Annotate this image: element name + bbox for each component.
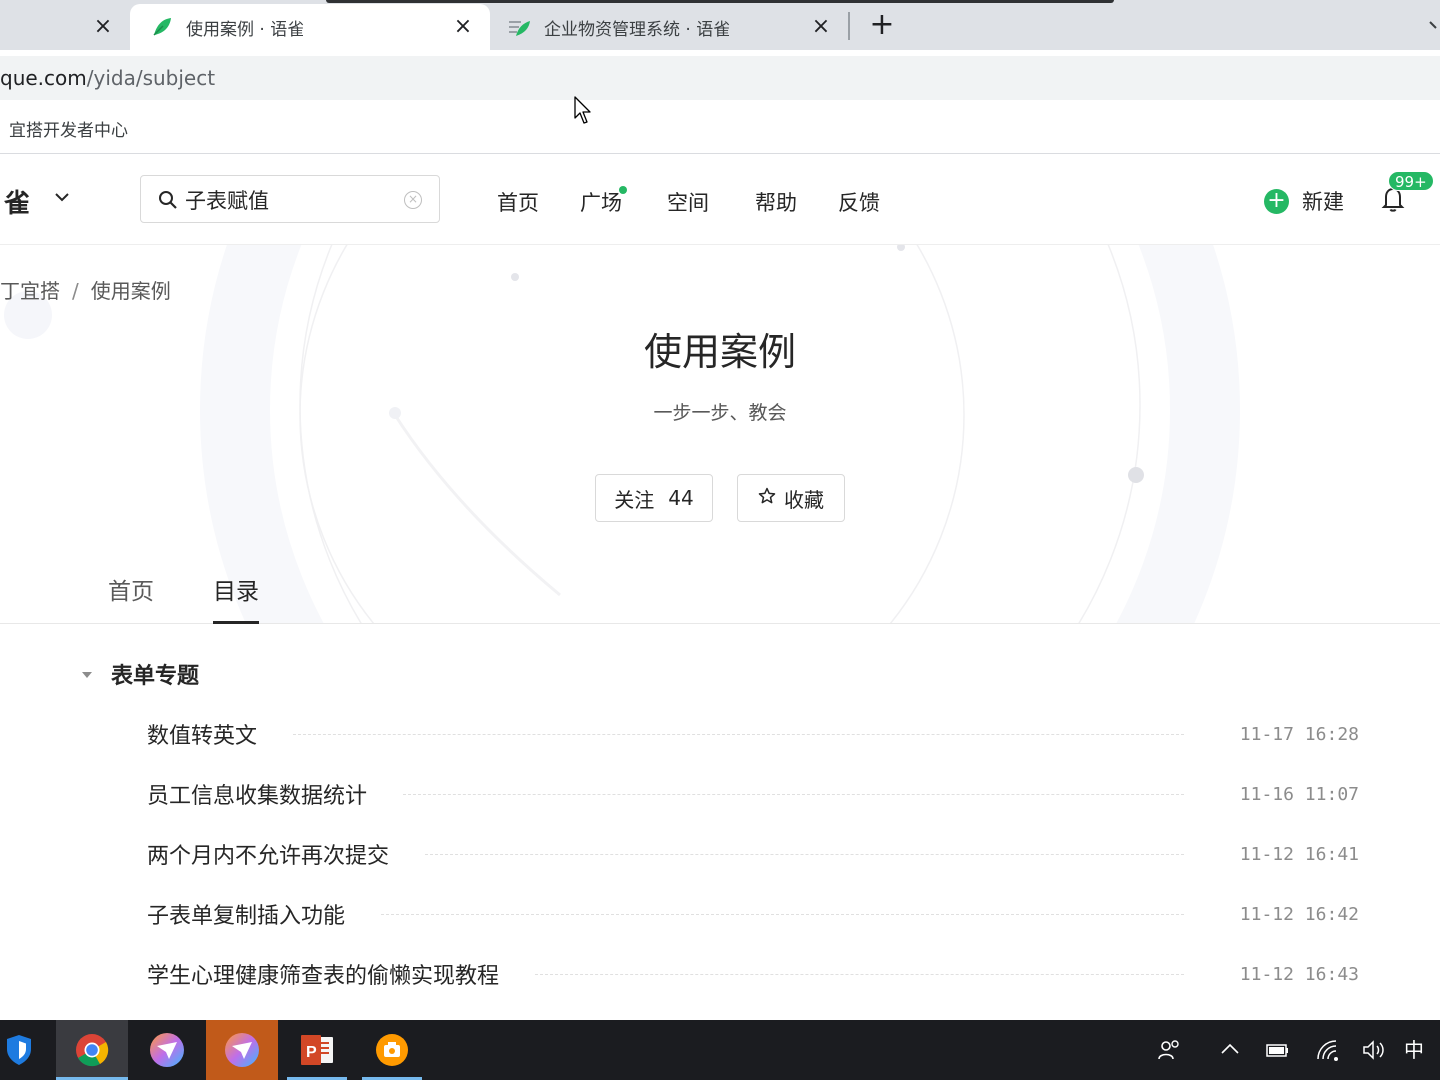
nav-home[interactable]: 首页 xyxy=(497,187,539,217)
caret-down-icon[interactable] xyxy=(80,667,94,681)
new-button-label: 新建 xyxy=(1302,190,1344,214)
site-logo[interactable]: 雀 xyxy=(4,183,30,220)
recorder-taskbar-button[interactable] xyxy=(362,1020,422,1080)
favorite-button[interactable]: 收藏 xyxy=(737,474,845,522)
search-input[interactable] xyxy=(185,184,395,216)
dotted-leader xyxy=(381,913,1184,915)
doc-title[interactable]: 员工信息收集数据统计 xyxy=(147,778,403,810)
breadcrumb-item-group[interactable]: 丁宜搭 xyxy=(0,279,60,303)
close-tab-icon[interactable]: × xyxy=(452,16,474,38)
tab-search-chevron-icon[interactable] xyxy=(1428,14,1440,34)
wifi-icon[interactable] xyxy=(1315,1038,1341,1062)
doc-time: 11-12 16:42 xyxy=(1239,903,1359,925)
search-icon xyxy=(158,190,178,210)
powerpoint-icon: P xyxy=(301,1035,333,1065)
browser-tab-strip: × 使用案例 · 语雀 × 企业物资管理系统 · 语雀 × + xyxy=(0,0,1440,50)
book-description: 一步一步、教会 xyxy=(653,402,787,424)
doc-title[interactable]: 子表单复制插入功能 xyxy=(147,898,381,930)
search-box[interactable]: × xyxy=(140,175,440,223)
recorder-icon xyxy=(376,1034,408,1066)
yuque-doc-icon xyxy=(508,15,532,39)
nav-new-dot xyxy=(619,186,627,194)
yuque-leaf-icon xyxy=(150,15,174,39)
catalog-doc-row[interactable]: 两个月内不允许再次提交 11-12 16:41 xyxy=(147,834,1359,874)
doc-title[interactable]: 两个月内不允许再次提交 xyxy=(147,838,425,870)
powerpoint-taskbar-button[interactable]: P xyxy=(287,1020,347,1080)
catalog-doc-row[interactable]: 学生心理健康筛查表的偷懒实现教程 11-12 16:43 xyxy=(147,954,1359,994)
bookmark-yida-dev-center[interactable]: 宜搭开发者中心 xyxy=(9,116,128,141)
dotted-leader xyxy=(403,793,1184,795)
svg-text:P: P xyxy=(306,1044,317,1061)
close-tab-icon[interactable]: × xyxy=(92,16,114,38)
mouse-cursor-icon xyxy=(574,96,591,124)
tab-catalog[interactable]: 目录 xyxy=(213,572,259,624)
security-shield-icon[interactable] xyxy=(0,1020,38,1080)
chevron-up-icon[interactable] xyxy=(1217,1038,1243,1062)
volume-icon[interactable] xyxy=(1361,1038,1387,1062)
browser-tab-active[interactable]: 使用案例 · 语雀 × xyxy=(130,4,490,50)
address-bar[interactable]: que.com/yida/subject xyxy=(0,56,1440,100)
site-header: 雀 × 首页 广场 空间 帮助 反馈 + 新建 99+ xyxy=(0,155,1440,245)
doc-time: 11-17 16:28 xyxy=(1239,723,1359,745)
tab-separator xyxy=(848,12,850,40)
url-path: /yida/subject xyxy=(86,66,216,90)
star-icon xyxy=(758,487,776,510)
doc-title[interactable]: 数值转英文 xyxy=(147,718,293,750)
breadcrumb: 丁宜搭 / 使用案例 xyxy=(0,275,171,304)
url-host: que.com xyxy=(0,66,87,90)
close-tab-icon[interactable]: × xyxy=(810,16,832,38)
tab-title: 企业物资管理系统 · 语雀 xyxy=(544,19,731,40)
dotted-leader xyxy=(535,973,1184,975)
catalog-group-title: 表单专题 xyxy=(111,664,200,689)
app-bird-icon xyxy=(150,1033,184,1067)
favorite-label: 收藏 xyxy=(784,487,824,512)
follow-count: 44 xyxy=(668,486,694,510)
follow-label: 关注 xyxy=(614,487,655,512)
doc-time: 11-12 16:43 xyxy=(1239,963,1359,985)
clear-search-icon[interactable]: × xyxy=(404,191,422,209)
nav-spaces[interactable]: 空间 xyxy=(667,187,709,217)
dotted-leader xyxy=(425,853,1184,855)
browser-toolbar: que.com/yida/subject xyxy=(0,50,1440,102)
new-button[interactable]: + 新建 xyxy=(1264,187,1344,215)
book-tabs: 首页 目录 xyxy=(0,560,1440,624)
notification-badge: 99+ xyxy=(1388,171,1434,191)
catalog-doc-row[interactable]: 员工信息收集数据统计 11-16 11:07 xyxy=(147,774,1359,814)
catalog-doc-row[interactable]: 数值转英文 11-17 16:28 xyxy=(147,714,1359,754)
tab-home[interactable]: 首页 xyxy=(108,572,154,624)
chrome-taskbar-button[interactable] xyxy=(56,1020,128,1080)
browser-tab-0[interactable]: × xyxy=(0,4,130,50)
catalog-group[interactable]: 表单专题 xyxy=(80,658,199,690)
chrome-icon xyxy=(76,1034,109,1067)
dingtalk-taskbar-button-2[interactable] xyxy=(206,1020,278,1080)
dotted-leader xyxy=(293,733,1184,735)
catalog-doc-row[interactable]: 子表单复制插入功能 11-12 16:42 xyxy=(147,894,1359,934)
doc-time: 11-12 16:41 xyxy=(1239,843,1359,865)
nav-feedback[interactable]: 反馈 xyxy=(838,187,880,217)
book-title: 使用案例 xyxy=(643,330,796,374)
follow-button[interactable]: 关注 44 xyxy=(595,474,713,522)
plus-circle-icon: + xyxy=(1264,188,1289,214)
loading-indicator xyxy=(326,0,1114,3)
breadcrumb-item-book[interactable]: 使用案例 xyxy=(91,279,171,303)
breadcrumb-separator: / xyxy=(72,279,79,303)
new-tab-button[interactable]: + xyxy=(868,10,896,40)
windows-taskbar: P 中 xyxy=(0,1020,1440,1080)
chevron-down-icon[interactable] xyxy=(52,187,72,207)
dingtalk-taskbar-button[interactable] xyxy=(137,1020,197,1080)
input-method-indicator[interactable]: 中 xyxy=(1401,1038,1427,1062)
doc-title[interactable]: 学生心理健康筛查表的偷懒实现教程 xyxy=(147,958,535,990)
app-bird-icon xyxy=(225,1033,259,1067)
nav-explore[interactable]: 广场 xyxy=(580,187,622,217)
nav-help[interactable]: 帮助 xyxy=(755,187,797,217)
doc-time: 11-16 11:07 xyxy=(1239,783,1359,805)
tab-title: 使用案例 · 语雀 xyxy=(186,19,305,40)
battery-icon[interactable] xyxy=(1265,1038,1291,1062)
bookmarks-bar: 宜搭开发者中心 xyxy=(0,102,1440,154)
browser-tab-2[interactable]: 企业物资管理系统 · 语雀 × xyxy=(490,4,848,50)
people-icon[interactable] xyxy=(1157,1038,1183,1062)
